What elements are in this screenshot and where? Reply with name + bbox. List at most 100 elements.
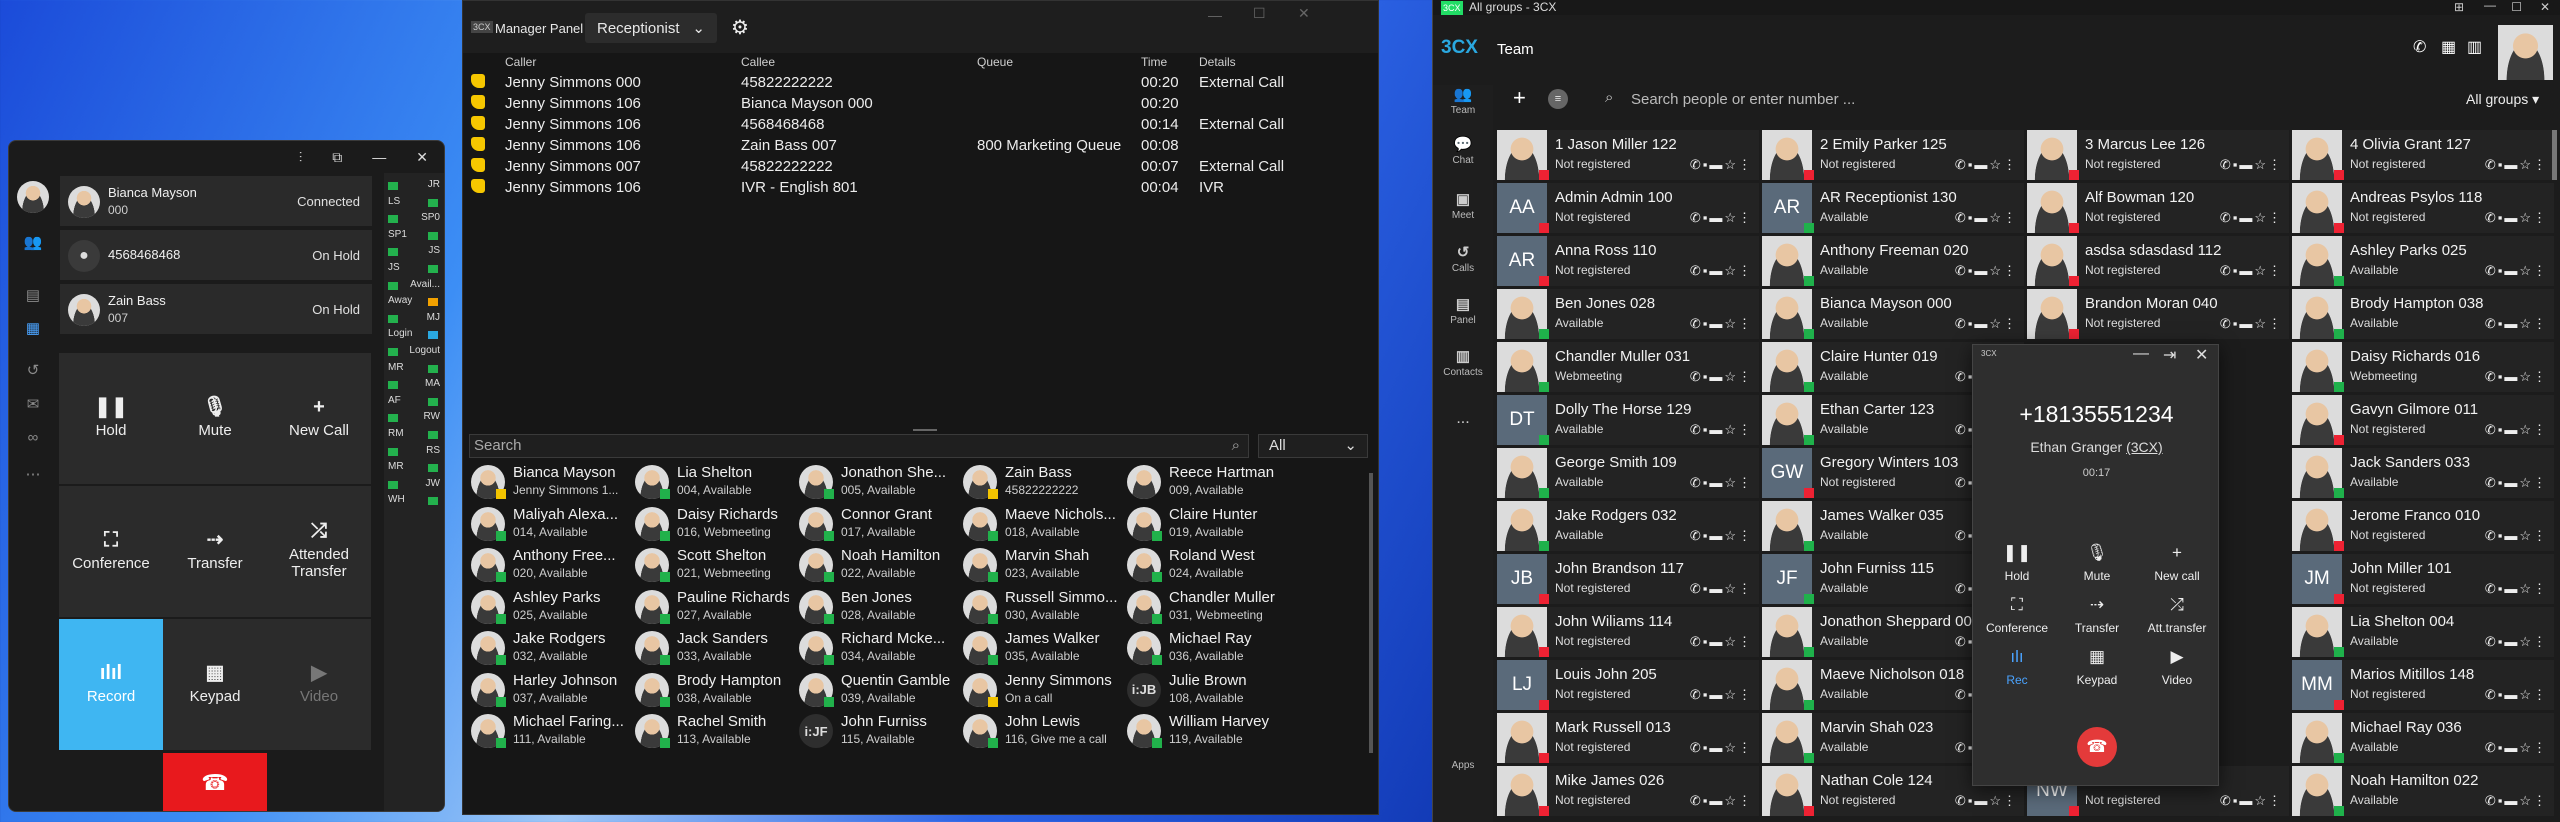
contact-tile[interactable]: Richard Mcke... 034, Available: [795, 627, 955, 668]
held-call-row[interactable]: Zain Bass 007 On Hold: [59, 283, 373, 335]
hangup-button[interactable]: ☎: [2077, 727, 2117, 767]
card-actions-icon[interactable]: ✆▪▬☆⋮: [2485, 581, 2548, 597]
card-actions-icon[interactable]: ✆▪▬☆⋮: [2485, 740, 2548, 756]
contact-tile[interactable]: Michael Faring... 111, Available: [467, 710, 627, 751]
card-actions-icon[interactable]: ✆▪▬☆⋮: [2220, 263, 2283, 279]
team-member-card[interactable]: LJ Louis John 205 Not registered ✆▪▬☆⋮: [1497, 660, 1759, 710]
avatar[interactable]: [17, 181, 49, 213]
contact-tile[interactable]: Connor Grant 017, Available: [795, 503, 955, 544]
contacts-icon[interactable]: ▤: [21, 286, 45, 308]
team-member-card[interactable]: AR AR Receptionist 130 Available ✆▪▬☆⋮: [1762, 183, 2024, 233]
status-indicator[interactable]: JW: [388, 478, 442, 492]
nav-meet[interactable]: ▣ Meet: [1433, 190, 1493, 221]
card-actions-icon[interactable]: ✆▪▬☆⋮: [1690, 369, 1753, 385]
call-row[interactable]: Jenny Simmons 007 45822222222 00:07 Externa…: [463, 156, 1380, 177]
call-row[interactable]: Jenny Simmons 106 IVR - English 801 00:04 I…: [463, 177, 1380, 198]
contact-tile[interactable]: Jonathon She... 005, Available: [795, 461, 955, 502]
call-row[interactable]: Jenny Simmons 106 4568468468 00:14 External…: [463, 114, 1380, 135]
team-member-card[interactable]: asdsa sdasdasd 112 Not registered ✆▪▬☆⋮: [2027, 236, 2289, 286]
attended-transfer-button[interactable]: ⤮ Att.transfer: [2137, 595, 2217, 635]
nav-calls[interactable]: ↺ Calls: [1433, 243, 1493, 274]
status-indicator[interactable]: RS: [388, 445, 442, 459]
settings-icon[interactable]: ⚙: [731, 15, 749, 40]
contact-tile[interactable]: Reece Hartman 009, Available: [1123, 461, 1283, 502]
card-actions-icon[interactable]: ✆▪▬☆⋮: [2485, 475, 2548, 491]
popout-icon[interactable]: ⇥: [2163, 345, 2176, 365]
call-row[interactable]: Jenny Simmons 000 45822222222 00:20 Externa…: [463, 72, 1380, 93]
team-member-card[interactable]: George Smith 109 Available ✆▪▬☆⋮: [1497, 448, 1759, 498]
contact-tile[interactable]: Ashley Parks 025, Available: [467, 586, 627, 627]
minimize-icon[interactable]: —: [1208, 7, 1222, 23]
card-actions-icon[interactable]: ✆▪▬☆⋮: [1690, 528, 1753, 544]
team-member-card[interactable]: Anthony Freeman 020 Available ✆▪▬☆⋮: [1762, 236, 2024, 286]
contact-tile[interactable]: Marvin Shah 023, Available: [959, 544, 1119, 585]
team-member-card[interactable]: John Wiliams 114 Not registered ✆▪▬☆⋮: [1497, 607, 1759, 657]
role-dropdown[interactable]: Receptionist ⌄: [585, 13, 717, 43]
team-member-card[interactable]: Jerome Franco 010 Not registered ✆▪▬☆⋮: [2292, 501, 2554, 551]
team-member-card[interactable]: Andreas Psylos 118 Not registered ✆▪▬☆⋮: [2292, 183, 2554, 233]
hold-button[interactable]: ❚❚ Hold: [59, 353, 163, 484]
status-indicator[interactable]: SP0: [388, 212, 442, 226]
team-member-card[interactable]: Chandler Muller 031 Webmeeting ✆▪▬☆⋮: [1497, 342, 1759, 392]
card-actions-icon[interactable]: ✆▪▬☆⋮: [1955, 793, 2018, 809]
contact-tile[interactable]: Ben Jones 028, Available: [795, 586, 955, 627]
splitter-handle[interactable]: [913, 429, 937, 431]
contact-tile[interactable]: Pauline Richards 027, Available: [631, 586, 791, 627]
team-member-card[interactable]: Brody Hampton 038 Available ✆▪▬☆⋮: [2292, 289, 2554, 339]
transfer-button[interactable]: ⇢ Transfer: [163, 486, 267, 617]
scrollbar[interactable]: [2552, 130, 2557, 180]
contact-tile[interactable]: Jack Sanders 033, Available: [631, 627, 791, 668]
status-indicator[interactable]: MR: [388, 362, 442, 376]
nav-team[interactable]: 👥 Team: [1433, 85, 1493, 116]
card-actions-icon[interactable]: ✆▪▬☆⋮: [1690, 687, 1753, 703]
status-indicator[interactable]: MA: [388, 378, 442, 392]
status-indicator[interactable]: JR: [388, 179, 442, 193]
team-member-card[interactable]: Noah Hamilton 022 Available ✆▪▬☆⋮: [2292, 766, 2554, 816]
card-actions-icon[interactable]: ✆▪▬☆⋮: [2485, 422, 2548, 438]
card-actions-icon[interactable]: ✆▪▬☆⋮: [1690, 634, 1753, 650]
team-member-card[interactable]: Brandon Moran 040 Not registered ✆▪▬☆⋮: [2027, 289, 2289, 339]
history-icon[interactable]: ↺: [21, 361, 45, 383]
new-call-button[interactable]: + New call: [2137, 543, 2217, 583]
team-member-card[interactable]: DT Dolly The Horse 129 Available ✆▪▬☆⋮: [1497, 395, 1759, 445]
contact-tile[interactable]: Jenny Simmons On a call: [959, 669, 1119, 710]
card-actions-icon[interactable]: ✆▪▬☆⋮: [1955, 210, 2018, 226]
held-call-row[interactable]: ● 4568468468 On Hold: [59, 229, 373, 281]
status-indicator[interactable]: LS: [388, 196, 442, 210]
contact-tile[interactable]: Maliyah Alexa... 014, Available: [467, 503, 627, 544]
nav-panel[interactable]: ▤ Panel: [1433, 295, 1493, 326]
card-actions-icon[interactable]: ✆▪▬☆⋮: [1955, 157, 2018, 173]
team-member-card[interactable]: AR Anna Ross 110 Not registered ✆▪▬☆⋮: [1497, 236, 1759, 286]
team-member-card[interactable]: Ben Jones 028 Available ✆▪▬☆⋮: [1497, 289, 1759, 339]
nav-chat[interactable]: 💬 Chat: [1433, 135, 1493, 166]
book-icon[interactable]: ▥: [2467, 37, 2482, 57]
record-button[interactable]: ılıl Record: [59, 619, 163, 750]
attended-transfer-button[interactable]: ⤮ Attended Transfer: [267, 486, 371, 617]
status-indicator[interactable]: WH: [388, 494, 442, 508]
close-icon[interactable]: ✕: [2540, 0, 2550, 14]
close-icon[interactable]: ✕: [2195, 345, 2208, 365]
status-indicator[interactable]: Login: [388, 328, 442, 342]
contact-tile[interactable]: Russell Simmo... 030, Available: [959, 586, 1119, 627]
contact-tile[interactable]: Rachel Smith 113, Available: [631, 710, 791, 751]
team-member-card[interactable]: JB John Brandson 117 Not registered ✆▪▬☆⋮: [1497, 554, 1759, 604]
card-actions-icon[interactable]: ✆▪▬☆⋮: [2485, 263, 2548, 279]
contact-tile[interactable]: James Walker 035, Available: [959, 627, 1119, 668]
contact-tile[interactable]: Michael Ray 036, Available: [1123, 627, 1283, 668]
contact-tile[interactable]: Quentin Gamble 039, Available: [795, 669, 955, 710]
conference-button[interactable]: ⛶ Conference: [59, 486, 163, 617]
card-actions-icon[interactable]: ✆▪▬☆⋮: [2485, 793, 2548, 809]
app-menu-icon[interactable]: ⊞: [2454, 0, 2464, 14]
mute-button[interactable]: 🎙 Mute: [163, 353, 267, 484]
card-actions-icon[interactable]: ✆▪▬☆⋮: [2220, 210, 2283, 226]
status-indicator[interactable]: Logout: [388, 345, 442, 359]
contact-tile[interactable]: Zain Bass 45822222222: [959, 461, 1119, 502]
team-member-card[interactable]: Lia Shelton 004 Available ✆▪▬☆⋮: [2292, 607, 2554, 657]
close-icon[interactable]: ✕: [1298, 5, 1310, 22]
active-call-row[interactable]: Bianca Mayson 000 Connected: [59, 175, 373, 227]
transfer-button[interactable]: ⇢ Transfer: [2057, 595, 2137, 635]
contact-tile[interactable]: Scott Shelton 021, Webmeeting: [631, 544, 791, 585]
add-icon[interactable]: +: [1513, 85, 1526, 111]
minimize-icon[interactable]: —: [372, 149, 386, 165]
nav-more[interactable]: ...: [1433, 410, 1493, 428]
